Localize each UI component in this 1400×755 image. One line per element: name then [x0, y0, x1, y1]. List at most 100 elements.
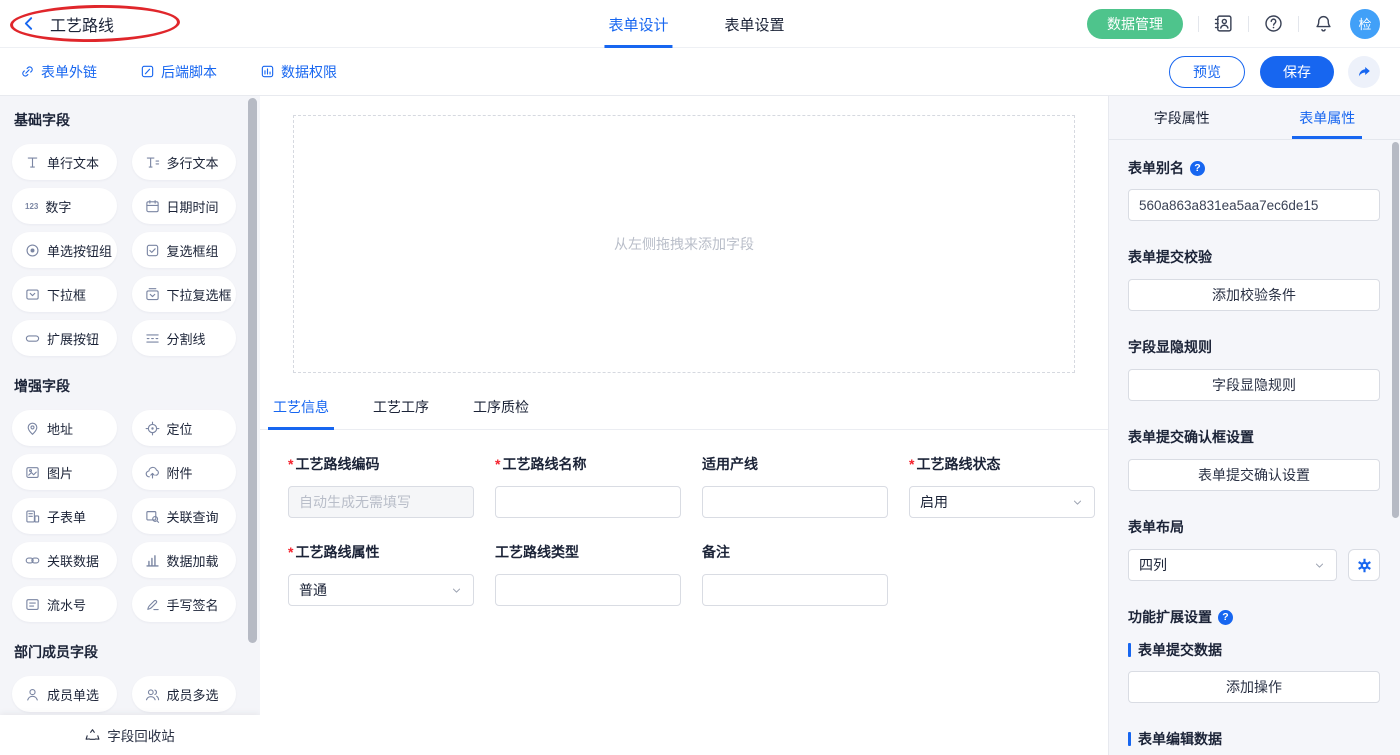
- form-field: *工艺路线编码自动生成无需填写: [288, 454, 474, 518]
- toolbar-link-label: 数据权限: [281, 62, 337, 82]
- field-pill[interactable]: 复选框组: [132, 232, 237, 268]
- share-button[interactable]: [1348, 56, 1380, 88]
- textarea-icon: [145, 155, 160, 170]
- field-pill[interactable]: 成员多选: [132, 676, 237, 712]
- field-pill[interactable]: 123数字: [12, 188, 117, 224]
- toolbar-link-1[interactable]: 后端脚本: [140, 62, 217, 82]
- canvas-tab-0[interactable]: 工艺信息: [268, 397, 334, 429]
- field-pill[interactable]: 附件: [132, 454, 237, 490]
- field-pill[interactable]: 关联查询: [132, 498, 237, 534]
- form-field-label: *工艺路线编码: [288, 454, 474, 474]
- field-pill[interactable]: 地址: [12, 410, 117, 446]
- help-icon[interactable]: [1264, 14, 1283, 33]
- form-field: *工艺路线属性普通: [288, 542, 474, 606]
- chevron-down-icon: [1071, 496, 1084, 509]
- field-pill[interactable]: 图片: [12, 454, 117, 490]
- panel-tabs: 字段属性 表单属性: [1109, 96, 1400, 140]
- gear-icon: [1356, 557, 1373, 574]
- sidebar-scrollbar[interactable]: [248, 98, 257, 643]
- layout-select[interactable]: 四列: [1128, 549, 1337, 581]
- add-validation-button[interactable]: 添加校验条件: [1128, 279, 1380, 311]
- field-pill[interactable]: 定位: [132, 410, 237, 446]
- toolbar-link-0[interactable]: 表单外链: [20, 62, 97, 82]
- form-field-select[interactable]: 启用: [909, 486, 1095, 518]
- header-right: 数据管理 检: [1087, 9, 1380, 39]
- form-field-label: 备注: [702, 542, 888, 562]
- subsection-submit-data-label: 表单提交数据: [1138, 640, 1222, 660]
- save-button[interactable]: 保存: [1260, 56, 1334, 88]
- image-icon: [25, 465, 40, 480]
- data-manage-button[interactable]: 数据管理: [1087, 9, 1183, 39]
- field-pill-label: 下拉框: [47, 285, 86, 304]
- preview-button[interactable]: 预览: [1169, 56, 1245, 88]
- field-library-sidebar: 基础字段单行文本多行文本123数字日期时间单选按钮组复选框组下拉框下拉复选框扩展…: [0, 96, 260, 755]
- field-pill[interactable]: 关联数据: [12, 542, 117, 578]
- share-icon: [1356, 64, 1372, 80]
- script-icon: [140, 64, 155, 79]
- panel-body: 表单别名 ? 表单提交校验 添加校验条件 字段显隐规则 字段显隐规则 表单提交确…: [1109, 140, 1400, 755]
- panel-scrollbar[interactable]: [1392, 142, 1399, 518]
- form-field-input[interactable]: [702, 486, 888, 518]
- canvas-tab-1[interactable]: 工艺工序: [368, 397, 434, 429]
- field-recycle-bin-button[interactable]: 字段回收站: [0, 715, 260, 755]
- form-field-label: 工艺路线类型: [495, 542, 681, 562]
- field-pill[interactable]: 单选按钮组: [12, 232, 117, 268]
- toolbar-links: 表单外链 后端脚本 数据权限: [20, 62, 380, 82]
- avatar[interactable]: 检: [1350, 9, 1380, 39]
- help-badge-icon[interactable]: ?: [1190, 161, 1205, 176]
- form-field-input-disabled[interactable]: 自动生成无需填写: [288, 486, 474, 518]
- extension-settings-label: 功能扩展设置: [1128, 607, 1212, 627]
- field-pill-label: 关联查询: [167, 507, 219, 526]
- chevron-down-icon: [1313, 559, 1326, 572]
- field-pill-label: 单选按钮组: [47, 241, 112, 260]
- canvas-tabs: 工艺信息 工艺工序 工序质检: [260, 397, 1108, 430]
- field-pill[interactable]: 子表单: [12, 498, 117, 534]
- field-pill-label: 数据加载: [167, 551, 219, 570]
- form-field-select[interactable]: 普通: [288, 574, 474, 606]
- field-pill[interactable]: 单行文本: [12, 144, 117, 180]
- form-field-input[interactable]: [495, 574, 681, 606]
- visibility-rules-button[interactable]: 字段显隐规则: [1128, 369, 1380, 401]
- bell-icon[interactable]: [1314, 14, 1333, 33]
- layout-gear-button[interactable]: [1348, 549, 1380, 581]
- contacts-icon[interactable]: [1214, 14, 1233, 33]
- field-pill-label: 分割线: [167, 329, 206, 348]
- field-pill-label: 成员单选: [47, 685, 99, 704]
- canvas-tab-2[interactable]: 工序质检: [468, 397, 534, 429]
- field-pill[interactable]: 成员单选: [12, 676, 117, 712]
- toolbar-link-2[interactable]: 数据权限: [260, 62, 337, 82]
- subsection-edit-data: 表单编辑数据: [1128, 729, 1380, 749]
- field-pill[interactable]: 日期时间: [132, 188, 237, 224]
- field-pill[interactable]: 扩展按钮: [12, 320, 117, 356]
- form-canvas: 从左侧拖拽来添加字段 工艺信息工艺工序工序质检 *工艺路线编码自动生成无需填写*…: [260, 96, 1108, 755]
- form-alias-input[interactable]: [1128, 189, 1380, 221]
- back-icon[interactable]: [20, 15, 37, 32]
- form-alias-section: 表单别名 ?: [1128, 158, 1380, 178]
- form-field-label: *工艺路线名称: [495, 454, 681, 474]
- header-tab-1[interactable]: 表单设置: [724, 0, 784, 48]
- field-pill-label: 手写签名: [167, 595, 219, 614]
- field-pill[interactable]: 手写签名: [132, 586, 237, 622]
- form-field-input[interactable]: [702, 574, 888, 606]
- field-pill[interactable]: 分割线: [132, 320, 237, 356]
- field-pill-grid: 地址定位图片附件子表单 关联查询关联数据 数据加载流水号 手写签名: [12, 410, 236, 622]
- form-field-input[interactable]: [495, 486, 681, 518]
- dataload-icon: [145, 553, 160, 568]
- divider: [1198, 16, 1199, 32]
- header-tab-0[interactable]: 表单设计: [608, 0, 668, 48]
- dropzone[interactable]: 从左侧拖拽来添加字段: [293, 115, 1075, 373]
- serial-icon: [25, 597, 40, 612]
- required-asterisk: *: [495, 456, 500, 472]
- extension-settings-section: 功能扩展设置 ?: [1128, 607, 1380, 627]
- confirm-settings-button[interactable]: 表单提交确认设置: [1128, 459, 1380, 491]
- field-pill[interactable]: 多行文本: [132, 144, 237, 180]
- help-badge-icon[interactable]: ?: [1218, 610, 1233, 625]
- field-pill[interactable]: 下拉复选框: [132, 276, 237, 312]
- tab-field-properties[interactable]: 字段属性: [1109, 96, 1255, 139]
- field-pill[interactable]: 流水号: [12, 586, 117, 622]
- member2-icon: [145, 687, 160, 702]
- add-operation-submit-button[interactable]: 添加操作: [1128, 671, 1380, 703]
- field-pill[interactable]: 下拉框: [12, 276, 117, 312]
- field-pill[interactable]: 数据加载: [132, 542, 237, 578]
- tab-form-properties[interactable]: 表单属性: [1255, 96, 1400, 139]
